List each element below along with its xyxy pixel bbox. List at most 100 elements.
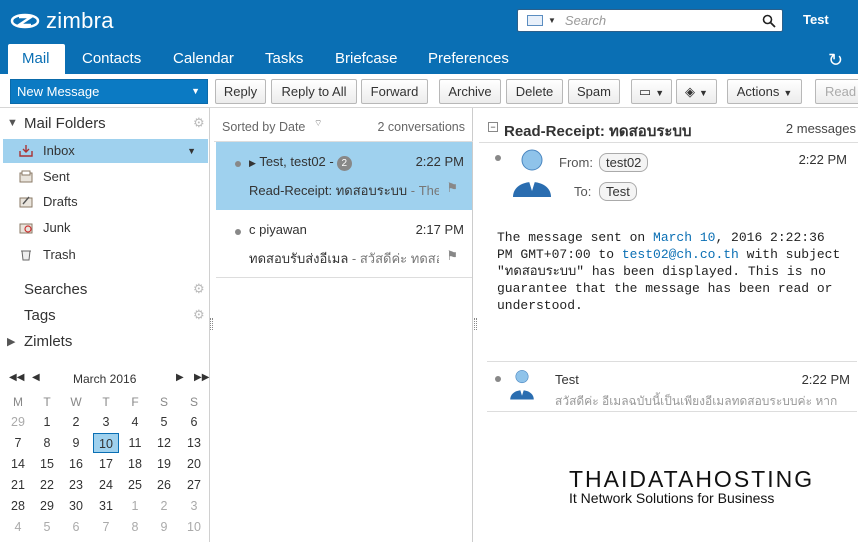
move-button[interactable]: ▭ ▼ bbox=[631, 79, 672, 104]
sort-icon[interactable]: ⌔ bbox=[314, 118, 322, 129]
calendar-day[interactable]: 12 bbox=[151, 433, 177, 453]
calendar-day[interactable]: 10 bbox=[93, 433, 119, 453]
folder-sent[interactable]: Sent bbox=[3, 165, 208, 189]
gear-icon[interactable]: ⚙ bbox=[193, 307, 205, 323]
calendar-day[interactable]: 15 bbox=[34, 454, 60, 474]
read-dot[interactable] bbox=[495, 376, 501, 382]
tab-contacts[interactable]: Contacts bbox=[68, 44, 155, 74]
mail-search-type-icon[interactable] bbox=[527, 15, 543, 26]
from-address[interactable]: test02 bbox=[599, 153, 649, 172]
calendar-day[interactable]: 9 bbox=[151, 517, 177, 537]
flag-icon[interactable]: ⚑ bbox=[446, 180, 458, 196]
prev-year-icon[interactable]: ◀◀ bbox=[9, 372, 24, 383]
calendar-day[interactable]: 1 bbox=[122, 496, 148, 516]
calendar-day[interactable]: 19 bbox=[151, 454, 177, 474]
calendar-day[interactable]: 2 bbox=[63, 412, 89, 432]
chevron-down-icon[interactable]: ▼ bbox=[187, 139, 196, 163]
calendar-day[interactable]: 30 bbox=[63, 496, 89, 516]
calendar-day[interactable]: 28 bbox=[5, 496, 31, 516]
read-button[interactable]: Read bbox=[815, 79, 858, 104]
search-input[interactable]: Search bbox=[565, 13, 762, 28]
prev-month-icon[interactable]: ◀ bbox=[32, 372, 40, 383]
calendar-day[interactable]: 17 bbox=[93, 454, 119, 474]
calendar-day[interactable]: 4 bbox=[122, 412, 148, 432]
conversation-row[interactable]: ▶ Test, test02 -2 2:22 PM Read-Receipt: … bbox=[216, 142, 472, 210]
calendar-day[interactable]: 11 bbox=[122, 433, 148, 453]
calendar-day[interactable]: 18 bbox=[122, 454, 148, 474]
reply-button[interactable]: Reply bbox=[215, 79, 266, 104]
tab-briefcase[interactable]: Briefcase bbox=[321, 44, 412, 74]
refresh-icon[interactable]: ↻ bbox=[828, 50, 843, 71]
folder-trash[interactable]: Trash bbox=[3, 243, 208, 267]
spam-button[interactable]: Spam bbox=[568, 79, 620, 104]
calendar-day[interactable]: 4 bbox=[5, 517, 31, 537]
expand-icon[interactable]: ▶ bbox=[7, 335, 15, 348]
new-message-button[interactable]: New Message ▼ bbox=[10, 79, 208, 104]
sort-label[interactable]: Sorted by Date bbox=[222, 120, 305, 134]
calendar-day[interactable]: 8 bbox=[34, 433, 60, 453]
calendar-day[interactable]: 9 bbox=[63, 433, 89, 453]
folder-inbox[interactable]: Inbox ▼ bbox=[3, 139, 208, 163]
calendar-day[interactable]: 21 bbox=[5, 475, 31, 495]
calendar-day[interactable]: 31 bbox=[93, 496, 119, 516]
calendar-day[interactable]: 23 bbox=[63, 475, 89, 495]
calendar-day[interactable]: 6 bbox=[181, 412, 207, 432]
calendar-day[interactable]: 26 bbox=[151, 475, 177, 495]
chevron-down-icon[interactable]: ▼ bbox=[548, 16, 556, 25]
calendar-day[interactable]: 22 bbox=[34, 475, 60, 495]
unread-dot[interactable] bbox=[235, 229, 241, 235]
pane-resize-handle[interactable] bbox=[474, 318, 477, 330]
zimlets-header[interactable]: Zimlets bbox=[24, 333, 72, 350]
calendar-day[interactable]: 1 bbox=[34, 412, 60, 432]
calendar-day[interactable]: 6 bbox=[63, 517, 89, 537]
read-dot[interactable] bbox=[495, 155, 501, 161]
tab-mail[interactable]: Mail bbox=[8, 44, 65, 74]
mail-folders-header[interactable]: Mail Folders bbox=[24, 115, 106, 132]
unread-dot[interactable] bbox=[235, 161, 241, 167]
archive-button[interactable]: Archive bbox=[439, 79, 501, 104]
calendar-day[interactable]: 3 bbox=[181, 496, 207, 516]
collapsed-message[interactable]: Test 2:22 PM สวัสดีค่ะ อีเมลฉบับนี้เป็นเ… bbox=[487, 362, 857, 412]
conversation-row[interactable]: c piyawan 2:17 PM ทดสอบรับส่งอีเมล - สวั… bbox=[216, 210, 472, 278]
gear-icon[interactable]: ⚙ bbox=[193, 281, 205, 297]
date-link[interactable]: March 10 bbox=[653, 230, 715, 245]
calendar-day[interactable]: 16 bbox=[63, 454, 89, 474]
calendar-day[interactable]: 3 bbox=[93, 412, 119, 432]
gear-icon[interactable]: ⚙ bbox=[193, 115, 205, 131]
user-menu[interactable]: Test bbox=[803, 12, 829, 27]
collapse-icon[interactable]: ▼ bbox=[7, 117, 18, 129]
forward-button[interactable]: Forward bbox=[361, 79, 428, 104]
folder-drafts[interactable]: Drafts bbox=[3, 190, 208, 214]
email-link[interactable]: test02@ch.co.th bbox=[622, 247, 739, 262]
calendar-day[interactable]: 7 bbox=[5, 433, 31, 453]
calendar-day[interactable]: 29 bbox=[5, 412, 31, 432]
expand-icon[interactable]: ▶ bbox=[249, 158, 256, 168]
zimbra-logo[interactable]: zimbra bbox=[8, 8, 114, 34]
collapse-icon[interactable]: − bbox=[488, 122, 498, 132]
calendar-day[interactable]: 5 bbox=[151, 412, 177, 432]
search-box[interactable]: ▼ Search bbox=[517, 9, 783, 32]
delete-button[interactable]: Delete bbox=[506, 79, 563, 104]
calendar-day[interactable]: 5 bbox=[34, 517, 60, 537]
calendar-day[interactable]: 8 bbox=[122, 517, 148, 537]
reply-all-button[interactable]: Reply to All bbox=[271, 79, 357, 104]
flag-icon[interactable]: ⚑ bbox=[446, 248, 458, 264]
calendar-day[interactable]: 14 bbox=[5, 454, 31, 474]
calendar-day[interactable]: 10 bbox=[181, 517, 207, 537]
chevron-down-icon[interactable]: ▼ bbox=[191, 80, 200, 103]
searches-header[interactable]: Searches bbox=[24, 281, 87, 298]
calendar-day[interactable]: 27 bbox=[181, 475, 207, 495]
calendar-day[interactable]: 25 bbox=[122, 475, 148, 495]
next-year-icon[interactable]: ▶▶ bbox=[194, 372, 209, 383]
tab-tasks[interactable]: Tasks bbox=[251, 44, 317, 74]
pane-resize-handle[interactable] bbox=[210, 318, 213, 330]
calendar-day[interactable]: 13 bbox=[181, 433, 207, 453]
tab-calendar[interactable]: Calendar bbox=[159, 44, 248, 74]
calendar-day[interactable]: 29 bbox=[34, 496, 60, 516]
tags-header[interactable]: Tags bbox=[24, 307, 56, 324]
actions-button[interactable]: Actions ▼ bbox=[727, 79, 802, 104]
search-icon[interactable] bbox=[762, 14, 776, 28]
calendar-day[interactable]: 20 bbox=[181, 454, 207, 474]
calendar-day[interactable]: 24 bbox=[93, 475, 119, 495]
tab-preferences[interactable]: Preferences bbox=[414, 44, 523, 74]
